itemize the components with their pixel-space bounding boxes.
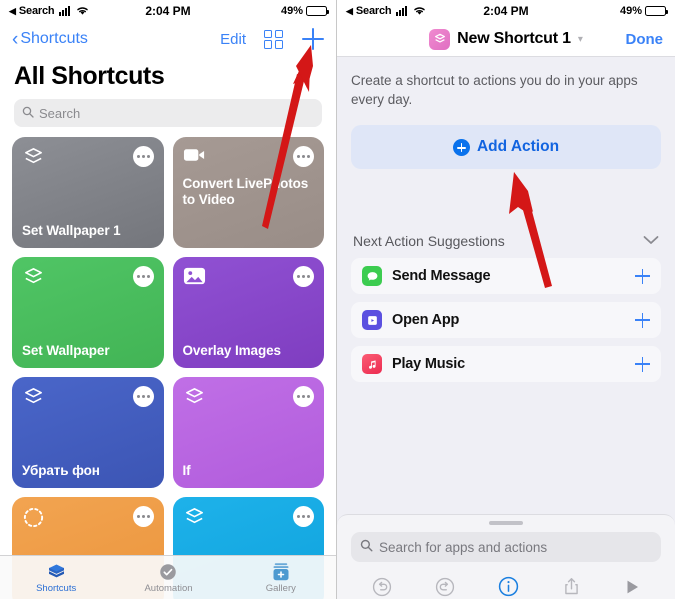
left-screen-all-shortcuts: ◀ Search 2:04 PM 49% ‹ Shortcuts Edit Al… (0, 0, 337, 599)
editor-description: Create a shortcut to actions you do in y… (351, 73, 638, 108)
tile-more-options-button[interactable] (132, 266, 154, 287)
layers-icon (22, 146, 45, 169)
music-app-icon (362, 354, 382, 375)
battery-percent-label: 49% (280, 5, 303, 17)
status-bar-right: ◀ Search 2:04 PM 49% (337, 0, 675, 22)
dual-screenshot: ◀ Search 2:04 PM 49% ‹ Shortcuts Edit Al… (0, 0, 675, 599)
status-battery-group: 49% (280, 5, 329, 17)
next-action-suggestions-header[interactable]: Next Action Suggestions (351, 232, 661, 249)
suggestion-label: Send Message (392, 268, 491, 285)
info-icon[interactable] (497, 575, 520, 599)
add-action-label: Add Action (476, 138, 560, 156)
messages-app-icon (362, 266, 382, 287)
editor-toolbar (337, 568, 675, 599)
add-action-button[interactable]: Add Action (351, 125, 661, 170)
add-suggestion-icon[interactable] (635, 268, 650, 284)
tile-label: Set Wallpaper (22, 343, 110, 359)
tile-convert-livephotos-to-video[interactable]: Convert LivePhotos to Video (172, 137, 324, 248)
search-placeholder: Search (39, 105, 81, 121)
play-icon[interactable] (623, 578, 641, 599)
photo-icon (183, 266, 206, 289)
tile-more-options-button[interactable] (132, 386, 154, 407)
bottom-tab-bar: Shortcuts Automation Gallery (0, 555, 336, 599)
tab-gallery[interactable]: Gallery (225, 556, 336, 599)
tile-label: Set Wallpaper 1 (22, 223, 121, 239)
back-to-shortcuts-button[interactable]: ‹ Shortcuts (12, 30, 88, 49)
shortcuts-icon (46, 562, 67, 582)
tile-more-options-button[interactable] (132, 506, 154, 527)
tile-more-options-button[interactable] (132, 146, 154, 167)
suggestion-label: Open App (392, 312, 460, 329)
tile-more-options-button[interactable] (293, 146, 314, 167)
suggestion-open-app[interactable]: Open App (351, 302, 661, 339)
shortcut-title-button[interactable]: New Shortcut 1 ▾ (429, 28, 583, 50)
left-nav-bar: ‹ Shortcuts Edit (0, 22, 336, 56)
status-bar-left: ◀ Search 2:04 PM 49% (0, 0, 336, 22)
share-icon[interactable] (561, 576, 582, 599)
suggestions-title: Next Action Suggestions (353, 232, 505, 249)
tile-more-options-button[interactable] (293, 386, 314, 407)
undo-icon[interactable] (371, 576, 393, 599)
search-input[interactable]: Search (14, 99, 322, 127)
sheet-grabber-handle[interactable] (489, 521, 523, 525)
shortcut-app-icon (429, 28, 451, 50)
tile-set-wallpaper-1[interactable]: Set Wallpaper 1 (12, 137, 164, 248)
dashed-circle-icon (22, 506, 45, 529)
action-search-placeholder: Search for apps and actions (379, 539, 548, 555)
search-icon (360, 539, 373, 555)
tile-label: Convert LivePhotos to Video (182, 176, 309, 207)
tab-label: Gallery (265, 582, 296, 594)
tile-overlay-images[interactable]: Overlay Images (172, 257, 324, 368)
page-title: All Shortcuts (14, 62, 165, 90)
action-search-sheet: Search for apps and actions (337, 514, 675, 599)
tile-if[interactable]: If (172, 377, 324, 488)
edit-button[interactable]: Edit (220, 31, 246, 48)
battery-icon (306, 6, 329, 16)
chevron-down-icon[interactable] (643, 232, 659, 249)
add-suggestion-icon[interactable] (635, 356, 650, 372)
shortcuts-tile-grid: Set Wallpaper 1 Convert LivePhotos to Vi… (0, 137, 336, 599)
tile-label: If (182, 463, 191, 479)
grid-view-icon[interactable] (264, 29, 283, 49)
suggestion-send-message[interactable]: Send Message (351, 258, 661, 295)
chevron-left-icon: ‹ (12, 28, 19, 50)
layers-icon (183, 386, 206, 409)
suggestion-play-music[interactable]: Play Music (351, 346, 661, 383)
tile-set-wallpaper[interactable]: Set Wallpaper (12, 257, 164, 368)
tab-label: Shortcuts (36, 582, 77, 594)
action-search-input[interactable]: Search for apps and actions (351, 532, 661, 562)
tab-shortcuts[interactable]: Shortcuts (0, 556, 112, 599)
tile-label: Убрать фон (22, 463, 100, 479)
right-screen-new-shortcut: ◀ Search 2:04 PM 49% New Shortcut 1 ▾ Do… (337, 0, 675, 599)
chevron-down-icon: ▾ (577, 33, 583, 45)
add-shortcut-icon[interactable] (302, 28, 324, 50)
tab-automation[interactable]: Automation (112, 556, 224, 599)
status-battery-group: 49% (619, 5, 668, 17)
tile-label: Overlay Images (182, 343, 282, 359)
add-suggestion-icon[interactable] (635, 312, 650, 328)
layers-icon (22, 386, 45, 409)
plus-circle-icon (452, 138, 470, 156)
back-label: Shortcuts (20, 30, 88, 47)
tile-ubrat-fon[interactable]: Убрать фон (12, 377, 164, 488)
tile-more-options-button[interactable] (293, 506, 314, 527)
tab-label: Automation (144, 582, 193, 594)
open-app-icon (362, 310, 382, 331)
shortcut-editor-body: Create a shortcut to actions you do in y… (337, 56, 675, 599)
redo-icon[interactable] (434, 576, 456, 599)
video-camera-icon (183, 146, 206, 169)
battery-icon (645, 6, 668, 16)
layers-icon (183, 506, 206, 529)
shortcut-title: New Shortcut 1 (457, 30, 571, 47)
automation-clock-icon (158, 562, 178, 582)
search-icon (22, 106, 34, 121)
right-nav-bar: New Shortcut 1 ▾ Done (337, 22, 675, 56)
layers-icon (22, 266, 45, 289)
battery-percent-label: 49% (619, 5, 642, 17)
done-button[interactable]: Done (626, 31, 664, 48)
gallery-icon (271, 562, 291, 582)
tile-more-options-button[interactable] (293, 266, 314, 287)
suggestion-label: Play Music (392, 356, 465, 373)
